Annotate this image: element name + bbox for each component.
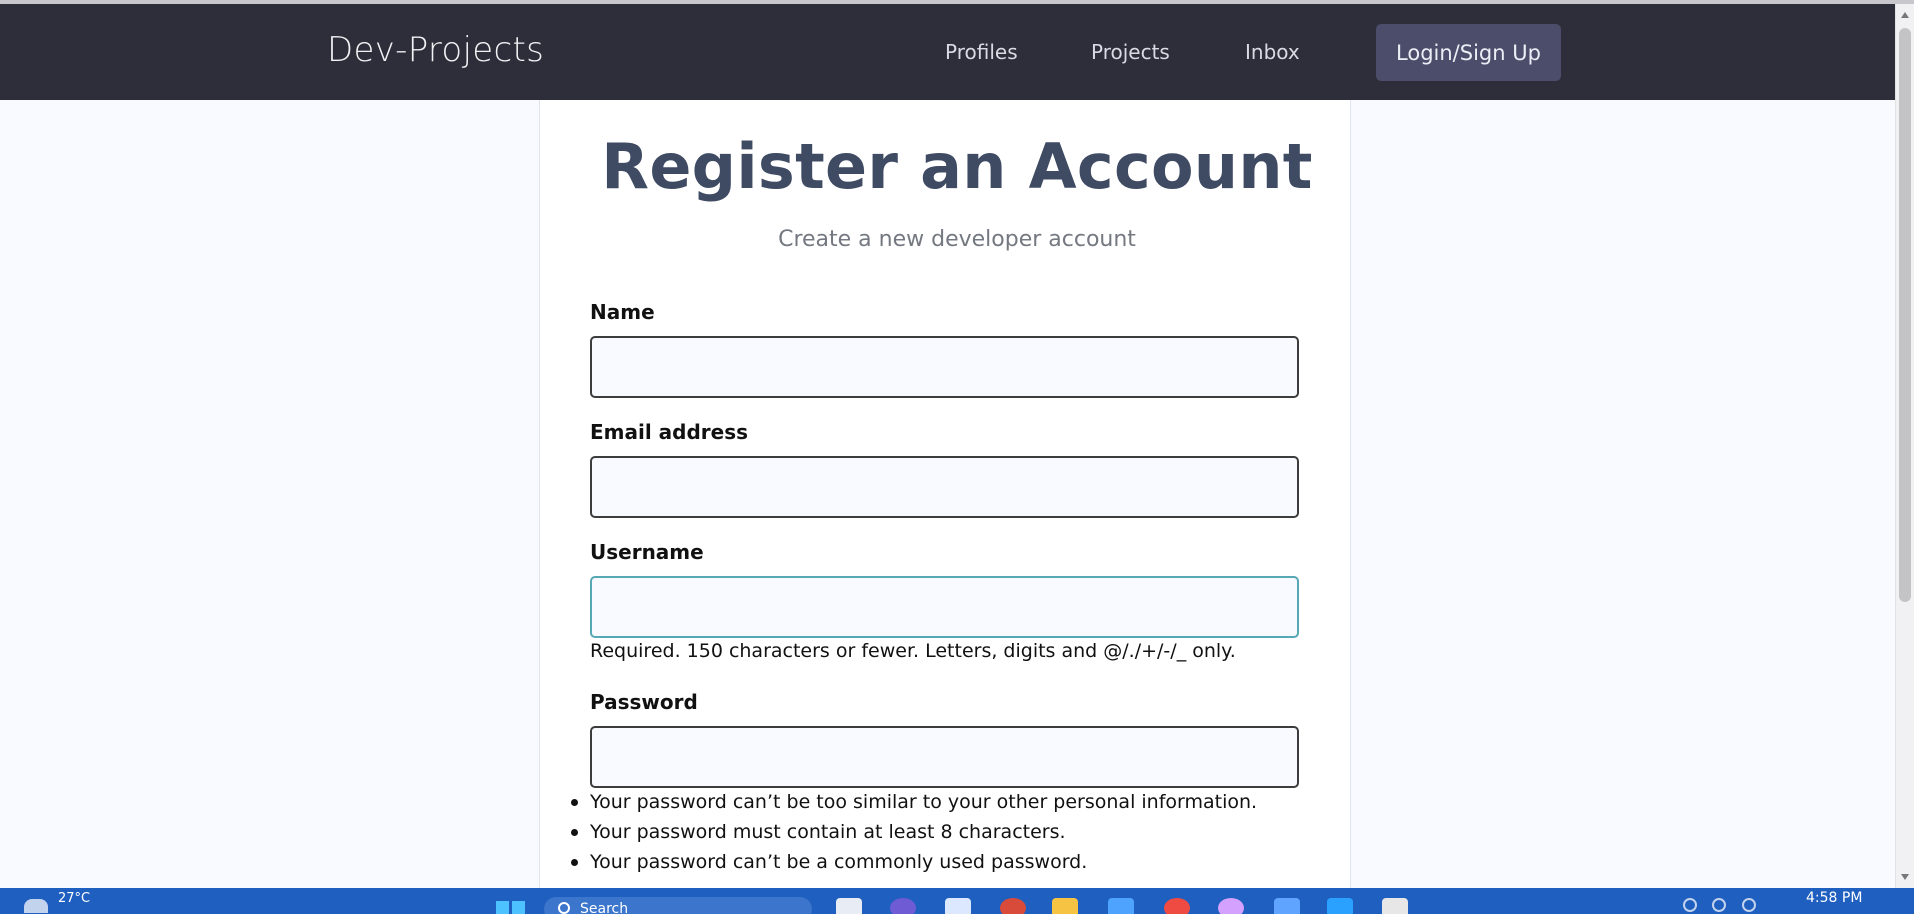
windows-start-icon[interactable]: [496, 901, 526, 914]
nav-link-inbox[interactable]: Inbox: [1245, 40, 1300, 64]
password-rules-list: Your password can’t be too similar to yo…: [570, 790, 1257, 880]
tray-icon[interactable]: [1742, 898, 1756, 912]
password-rule: Your password can’t be a commonly used p…: [570, 850, 1257, 880]
password-rule: Your password can’t be too similar to yo…: [570, 790, 1257, 820]
chat-icon[interactable]: [890, 898, 916, 914]
scroll-up-icon[interactable]: [1901, 12, 1909, 18]
username-input[interactable]: [590, 576, 1299, 638]
name-label: Name: [590, 300, 655, 324]
name-input[interactable]: [590, 336, 1299, 398]
mail-icon[interactable]: [945, 898, 971, 914]
search-placeholder: Search: [580, 901, 629, 914]
username-help-text: Required. 150 characters or fewer. Lette…: [590, 640, 1236, 662]
page-subtitle: Create a new developer account: [778, 227, 1136, 252]
chrome-profile-icon[interactable]: [1218, 898, 1244, 914]
taskbar-search[interactable]: Search: [544, 897, 812, 914]
nav-link-projects[interactable]: Projects: [1091, 40, 1170, 64]
notepad-icon[interactable]: [1382, 898, 1408, 914]
taskbar-clock[interactable]: 4:58 PM: [1806, 890, 1862, 906]
weather-temperature[interactable]: 27°C: [58, 891, 90, 906]
vscode-icon[interactable]: [1327, 898, 1353, 914]
windows-taskbar: 27°C Search 4:58 PM: [0, 888, 1914, 914]
tray-icon[interactable]: [1683, 898, 1697, 912]
weather-icon[interactable]: [24, 899, 48, 913]
chrome-profile-icon[interactable]: [1164, 898, 1190, 914]
navbar: Dev-Projects Profiles Projects Inbox Log…: [0, 4, 1895, 100]
folder-icon[interactable]: [1052, 898, 1078, 914]
email-input[interactable]: [590, 456, 1299, 518]
password-input[interactable]: [590, 726, 1299, 788]
scrollbar-thumb[interactable]: [1899, 28, 1911, 602]
login-signup-button[interactable]: Login/Sign Up: [1376, 24, 1561, 81]
app-icon[interactable]: [1274, 898, 1300, 914]
store-icon[interactable]: [1108, 898, 1134, 914]
chrome-icon[interactable]: [1000, 898, 1026, 914]
nav-link-profiles[interactable]: Profiles: [945, 40, 1018, 64]
page-scrollbar[interactable]: [1895, 4, 1914, 888]
file-explorer-icon[interactable]: [836, 898, 862, 914]
search-icon: [558, 902, 570, 914]
brand-logo[interactable]: Dev-Projects: [327, 30, 544, 70]
email-label: Email address: [590, 420, 749, 444]
tray-icon[interactable]: [1712, 898, 1726, 912]
username-label: Username: [590, 540, 704, 564]
scroll-down-icon[interactable]: [1901, 874, 1909, 880]
password-rule: Your password must contain at least 8 ch…: [570, 820, 1257, 850]
password-label: Password: [590, 690, 698, 714]
page-title: Register an Account: [601, 130, 1313, 203]
